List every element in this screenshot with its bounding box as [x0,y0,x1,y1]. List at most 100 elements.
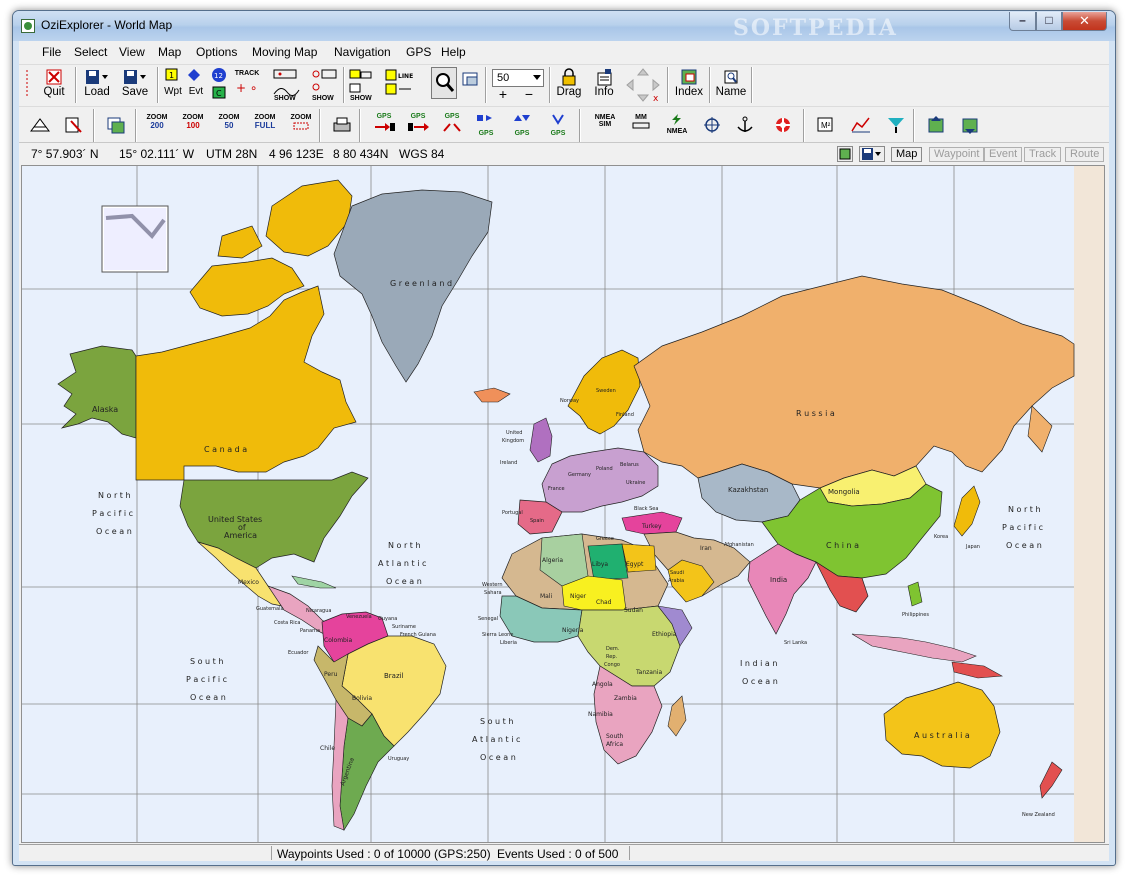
radar-button[interactable] [884,115,908,138]
zoom-100-button[interactable]: ZOOM 100 [178,114,208,130]
mode-map-button[interactable]: Map [891,147,923,162]
mode-waypoint-button[interactable]: Waypoint [929,147,985,162]
evt-label: Evt [188,86,204,97]
zoom-full-button[interactable]: ZOOM FULL [250,114,280,130]
quit-button[interactable]: Quit [37,68,71,98]
crosshair-button[interactable] [700,115,724,138]
label-western-sahara-1: Western [482,582,503,588]
map-canvas[interactable]: G r e e n l a n d Alaska C a n a d a Uni… [21,165,1105,843]
datum-readout: WGS 84 [399,147,445,161]
index-button[interactable]: Index [671,68,707,98]
label-india: India [770,576,787,584]
show-waypoints-button[interactable]: SHOW [309,68,339,105]
mode-track-button[interactable]: Track [1024,147,1062,162]
close-button[interactable]: ✕ [1062,12,1107,31]
menu-help[interactable]: Help [441,45,466,59]
map-legend-thumbnail[interactable] [101,205,169,273]
gps-get-route-button[interactable]: GPS [473,113,499,137]
label-greenland: G r e e n l a n d [390,279,452,288]
zoom-level-select[interactable]: 50 [492,69,544,87]
label-finland: Finland [616,412,634,418]
status-separator [629,846,630,860]
toolbar-grip[interactable] [23,67,31,101]
save-dropdown-button[interactable] [859,146,885,162]
anchor-alarm-button[interactable] [733,115,757,138]
print-button[interactable] [331,115,353,138]
mode-route-button[interactable]: Route [1065,147,1105,162]
zoom-50-button[interactable]: ZOOM 50 [214,114,244,130]
world-map[interactable]: G r e e n l a n d Alaska C a n a d a Uni… [22,166,1105,843]
save-button[interactable]: Save [117,68,153,98]
label-chad: Chad [596,599,612,606]
nmea-button[interactable]: NMEA [663,113,691,135]
man-overboard-button[interactable] [771,115,795,138]
moving-map-mm-button[interactable]: MM [627,114,655,133]
route-icon: 12 C [212,68,226,99]
label-usa-3: America [224,531,257,540]
mode-event-button[interactable]: Event [984,147,1023,162]
area-button[interactable]: M² [814,115,838,138]
menu-gps[interactable]: GPS [406,45,431,59]
label-nicaragua: Nicaragua [306,608,331,614]
nmea-sim-button[interactable]: NMEA SIM [591,114,619,128]
svg-text:+ ∘: + ∘ [236,81,257,95]
map-up-button[interactable] [925,115,949,138]
label-liberia: Liberia [500,640,517,646]
load-button[interactable]: Load [79,68,115,98]
label-ethiopia: Ethiopia [652,631,677,638]
clear-map-button[interactable] [63,115,85,138]
zoom-200-button[interactable]: ZOOM 200 [142,114,172,130]
menu-view[interactable]: View [119,45,145,59]
maximize-button[interactable]: □ [1036,12,1062,31]
menu-map[interactable]: Map [158,45,181,59]
minimize-button[interactable]: – [1009,12,1036,31]
track-button[interactable]: TRACK + ∘ [232,70,262,100]
zoom-in-button[interactable]: + [495,87,511,101]
show-label: SHOW [274,95,296,102]
menu-options[interactable]: Options [196,45,237,59]
label-north-pacific-east-1: N o r t h [1008,505,1041,514]
toolbar-separator [803,109,805,145]
menu-file[interactable]: File [42,45,61,59]
menu-select[interactable]: Select [74,45,107,59]
label-korea: Korea [934,534,948,540]
gps-send-waypoints-button[interactable]: GPS [405,113,431,137]
label-north-pacific-east-3: O c e a n [1006,541,1042,550]
close-icon: ✕ [1079,13,1090,28]
show-track-button[interactable]: SHOW [271,68,301,105]
label-senegal: Senegal [478,616,498,622]
gps-events-button[interactable]: GPS [545,113,571,137]
pan-arrows-control[interactable]: x [623,67,663,106]
label-kazakhstan: Kazakhstan [728,486,768,494]
status-bar: Waypoints Used : 0 of 10000 (GPS:250) Ev… [19,844,1109,861]
menu-navigation[interactable]: Navigation [334,45,391,59]
show-names-button[interactable]: SHOW [347,68,377,105]
map-down-button[interactable] [959,115,983,138]
map-image-button[interactable] [837,146,853,162]
event-button[interactable]: Evt [185,68,207,97]
moving-map-button[interactable] [29,115,51,138]
drag-button[interactable]: Drag [552,68,586,98]
waypoint-button[interactable]: 1 Wpt [162,68,184,97]
name-search-button[interactable]: Name [713,68,749,98]
name-search-icon [724,70,738,84]
map-overview-button[interactable] [105,115,127,138]
label-alaska: Alaska [92,405,118,414]
menu-moving-map[interactable]: Moving Map [252,45,317,59]
label-indian-ocean-2: O c e a n [742,677,778,686]
gps-send-route-button[interactable]: GPS [509,113,535,137]
zoom-tool-button[interactable] [431,67,457,99]
zoom-select-button[interactable]: ZOOM [286,114,316,133]
window-zoom-button[interactable] [460,70,482,95]
info-button[interactable]: Info [588,68,620,98]
label-sri-lanka: Sri Lanka [784,640,807,646]
title-bar[interactable]: OziExplorer - World Map SOFTPEDIA – □ ✕ [13,11,1115,41]
label-sweden: Sweden [596,388,616,394]
graph-button[interactable] [849,115,873,138]
label-afghanistan: Afghanistan [724,542,754,548]
route-button[interactable]: 12 C [209,67,229,106]
line-button[interactable]: LINE [383,68,413,105]
gps-get-waypoints-button[interactable]: GPS [371,113,397,137]
zoom-out-button[interactable]: − [521,87,537,101]
gps-get-track-button[interactable]: GPS [439,113,465,137]
